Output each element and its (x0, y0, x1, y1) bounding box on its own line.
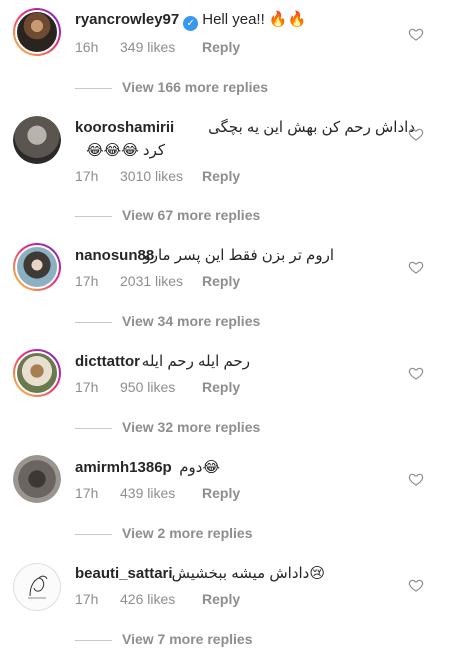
comment-text: داداش رحم کن بهش این یه بچگی (208, 119, 415, 136)
comment-username[interactable]: amirmh1386p (75, 458, 172, 478)
user-avatar[interactable] (13, 8, 61, 56)
logo-sketch-icon (28, 575, 48, 599)
view-more-replies-button[interactable]: View 34 more replies (75, 313, 260, 329)
comment-username[interactable]: dicttattor (75, 352, 140, 372)
user-avatar[interactable] (13, 349, 61, 397)
comment-time: 17h (75, 168, 99, 184)
view-more-replies-button[interactable]: View 166 more replies (75, 79, 268, 95)
replies-divider (75, 87, 112, 89)
reply-button[interactable]: Reply (202, 39, 240, 55)
comment-text-continued: کرد 😂😂😂 (86, 142, 165, 159)
heart-outline-icon[interactable] (408, 365, 424, 381)
comment-item: dicttattor رحم ایله رحم ایله 17h 950 like… (0, 342, 450, 448)
comment-time: 16h (75, 39, 99, 55)
user-avatar[interactable] (13, 563, 61, 611)
replies-divider (75, 427, 112, 429)
comment-likes[interactable]: 349 likes (120, 39, 202, 55)
view-more-replies-button[interactable]: View 2 more replies (75, 525, 252, 541)
comment-item: ryancrowley97 ✓ Hell yea!! 🔥🔥 16h 349 likes… (0, 0, 450, 106)
user-avatar[interactable] (13, 116, 61, 164)
comment-text: Hell yea!! 🔥🔥 (202, 11, 307, 28)
heart-outline-icon[interactable] (408, 577, 424, 593)
replies-divider (75, 533, 112, 535)
comment-text: 😂دوم (179, 459, 220, 476)
comment-meta: 17h 439 likes Reply (75, 485, 240, 501)
heart-outline-icon[interactable] (408, 471, 424, 487)
view-replies-label: View 166 more replies (122, 79, 269, 95)
comment-username[interactable]: kooroshamirii (75, 118, 174, 138)
comment-body: ryancrowley97 ✓ Hell yea!! 🔥🔥 (75, 10, 410, 31)
comment-meta: 17h 2031 likes Reply (75, 273, 240, 289)
reply-button[interactable]: Reply (202, 379, 240, 395)
comment-likes[interactable]: 3010 likes (120, 168, 202, 184)
comment-time: 17h (75, 591, 99, 607)
comment-likes[interactable]: 426 likes (120, 591, 202, 607)
comment-time: 17h (75, 273, 99, 289)
comment-time: 17h (75, 485, 99, 501)
view-replies-label: View 67 more replies (122, 207, 261, 223)
reply-button[interactable]: Reply (202, 168, 240, 184)
heart-outline-icon[interactable] (408, 259, 424, 275)
view-replies-label: View 7 more replies (122, 631, 253, 647)
comment-text: رحم ایله رحم ایله (141, 353, 250, 370)
comment-item: amirmh1386p 😂دوم 17h 439 likes Reply View … (0, 448, 450, 554)
view-more-replies-button[interactable]: View 7 more replies (75, 631, 252, 647)
view-more-replies-button[interactable]: View 67 more replies (75, 207, 260, 223)
view-replies-label: View 2 more replies (122, 525, 253, 541)
comment-username[interactable]: beauti_sattari (75, 564, 173, 584)
comment-time: 17h (75, 379, 99, 395)
view-more-replies-button[interactable]: View 32 more replies (75, 419, 260, 435)
comment-text: اروم تر بزن فقط این پسر مارو (143, 247, 334, 264)
comment-meta: 17h 3010 likes Reply (75, 168, 240, 184)
comment-text: 😢داداش میشه ببخشیش (171, 565, 325, 582)
comment-likes[interactable]: 439 likes (120, 485, 202, 501)
heart-outline-icon[interactable] (408, 126, 424, 142)
replies-divider (75, 215, 112, 217)
comment-item: beauti_sattari 😢داداش میشه ببخشیش 17h 426… (0, 554, 450, 660)
heart-outline-icon[interactable] (408, 26, 424, 42)
view-replies-label: View 34 more replies (122, 313, 261, 329)
view-replies-label: View 32 more replies (122, 419, 261, 435)
comment-item: nanosun88 اروم تر بزن فقط این پسر مارو 1… (0, 236, 450, 342)
user-avatar[interactable] (13, 455, 61, 503)
comment-meta: 17h 426 likes Reply (75, 591, 240, 607)
reply-button[interactable]: Reply (202, 485, 240, 501)
reply-button[interactable]: Reply (202, 273, 240, 289)
replies-divider (75, 639, 112, 641)
comment-item: kooroshamirii داداش رحم کن بهش این یه بچ… (0, 108, 450, 223)
user-avatar[interactable] (13, 243, 61, 291)
comment-meta: 17h 950 likes Reply (75, 379, 240, 395)
reply-button[interactable]: Reply (202, 591, 240, 607)
verified-badge-icon: ✓ (183, 16, 199, 31)
replies-divider (75, 321, 112, 323)
comment-likes[interactable]: 950 likes (120, 379, 202, 395)
comment-username[interactable]: ryancrowley97 (75, 11, 179, 28)
comment-likes[interactable]: 2031 likes (120, 273, 202, 289)
comment-meta: 16h 349 likes Reply (75, 39, 240, 55)
